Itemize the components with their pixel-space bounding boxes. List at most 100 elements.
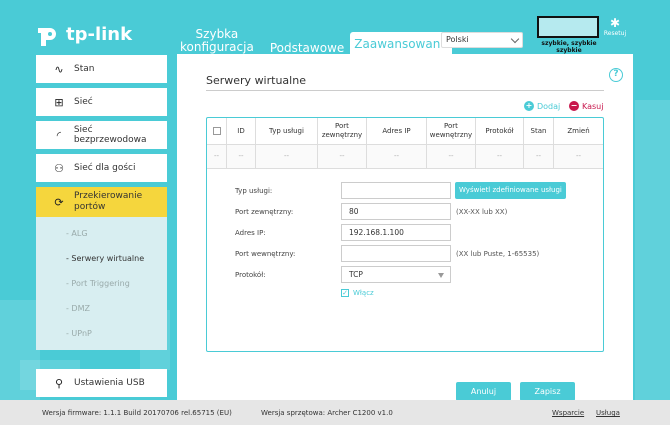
reset-label: Resetuj — [603, 30, 627, 37]
delete-button[interactable]: − Kasuj — [569, 101, 603, 111]
external-port-input[interactable]: 80 — [341, 203, 451, 220]
protocol-select[interactable]: TCP — [341, 266, 451, 283]
table-cell: -- — [524, 145, 554, 168]
network-icon: ⊞ — [54, 95, 64, 109]
col-ip-address: Adres IP — [367, 118, 427, 144]
help-icon[interactable]: ? — [609, 68, 623, 82]
sidebar-item-label: Przekierowanie portów — [74, 191, 142, 213]
firmware-version: Wersja firmware: 1.1.1 Build 20170706 re… — [42, 409, 232, 417]
external-port-label: Port zewnętrzny: — [235, 207, 294, 216]
enable-checkbox[interactable]: ✓ — [341, 289, 349, 297]
port-forwarding-submenu: - ALG - Serwery wirtualne - Port Trigger… — [36, 217, 167, 350]
table-cell: -- — [575, 152, 582, 160]
cancel-button[interactable]: Anuluj — [456, 382, 511, 401]
logo-text: tp-link — [66, 23, 133, 45]
usb-icon: ⚲ — [54, 376, 64, 390]
support-link[interactable]: Wsparcie — [552, 409, 584, 417]
watermark-logo: szybkie, szybkie szybkie — [537, 16, 601, 58]
internal-port-label: Port wewnętrzny: — [235, 249, 296, 258]
service-type-row: Typ usługi: Wyświetl zdefiniowane usługi — [235, 180, 575, 201]
sidebar-item-port-forwarding[interactable]: ⟳ Przekierowanie portów — [36, 187, 167, 217]
top-tabs: Szybka konfiguracja Podstawowe Zaawansow… — [176, 28, 452, 54]
tab-advanced[interactable]: Zaawansowane — [350, 32, 452, 54]
plus-icon: + — [524, 101, 534, 111]
table-cell: -- — [427, 145, 476, 168]
tab-quick-setup-line2: konfiguracja — [180, 40, 254, 54]
table-cell: -- — [207, 145, 227, 168]
service-type-input[interactable] — [341, 182, 451, 199]
sidebar-item-label: Sieć — [74, 97, 93, 107]
table-row: -- -- -- -- -- -- -- -- -- — [207, 145, 603, 169]
save-button[interactable]: Zapisz — [520, 382, 575, 401]
col-internal-port: Port wewnętrzny — [427, 118, 476, 144]
wifi-icon: ◜ — [56, 128, 62, 142]
add-button[interactable]: + Dodaj — [524, 101, 560, 111]
table-cell: -- — [476, 145, 524, 168]
footer: Wersja firmware: 1.1.1 Build 20170706 re… — [0, 400, 670, 425]
title-divider — [206, 90, 604, 91]
guests-icon: ⚇ — [54, 161, 64, 175]
sidebar-item-label-line2: portów — [74, 202, 106, 212]
col-modify: Zmień — [567, 126, 590, 135]
language-select[interactable]: Polski — [441, 32, 523, 48]
minus-icon: − — [569, 101, 579, 111]
internal-port-hint: (XX lub Puste, 1-65535) — [456, 249, 540, 258]
table-cell: -- — [318, 145, 367, 168]
sidebar-item-usb[interactable]: ⚲ Ustawienia USB — [36, 369, 167, 397]
delete-label: Kasuj — [582, 101, 604, 111]
protocol-label: Protokół: — [235, 270, 266, 279]
virtual-servers-table: ID Typ usługi Port zewnętrzny Adres IP P… — [206, 117, 604, 401]
sidebar-item-status[interactable]: ∿ Stan — [36, 55, 167, 83]
subnav-upnp[interactable]: - UPnP — [36, 321, 167, 346]
main-panel: ? Serwery wirtualne + Dodaj − Kasuj ID T… — [177, 54, 633, 401]
ip-address-row: Adres IP: 192.168.1.100 — [235, 222, 575, 243]
sidebar-item-network[interactable]: ⊞ Sieć — [36, 88, 167, 116]
page-title: Serwery wirtualne — [206, 74, 306, 87]
ip-address-label: Adres IP: — [235, 228, 266, 237]
sidebar-item-label-line1: Przekierowanie — [74, 191, 143, 201]
app-link[interactable]: Usługa — [596, 409, 620, 417]
table-cell: -- — [256, 145, 318, 168]
add-label: Dodaj — [537, 101, 561, 111]
subnav-dmz[interactable]: - DMZ — [36, 296, 167, 321]
table-cell: -- — [227, 145, 256, 168]
port-forward-icon: ⟳ — [54, 195, 64, 209]
language-value: Polski — [446, 35, 469, 44]
tab-quick-setup[interactable]: Szybka konfiguracja — [176, 28, 258, 54]
subnav-virtual-servers[interactable]: - Serwery wirtualne — [36, 246, 167, 271]
protocol-row: Protokół: TCP — [235, 264, 575, 285]
service-type-label: Typ usługi: — [235, 186, 273, 195]
sidebar-item-label: Stan — [74, 64, 95, 74]
reset-icon: ✱ — [609, 16, 621, 30]
form-buttons: Anuluj Zapisz — [456, 382, 575, 401]
subnav-port-triggering[interactable]: - Port Triggering — [36, 271, 167, 296]
col-external-port: Port zewnętrzny — [318, 118, 367, 144]
enable-checkbox-row[interactable]: ✓ Włącz — [341, 289, 575, 297]
virtual-server-form: Typ usługi: Wyświetl zdefiniowane usługi… — [235, 180, 575, 297]
sidebar: ∿ Stan ⊞ Sieć ◜ Sieć bezprzewodowa ⚇ Sie… — [36, 55, 167, 397]
subnav-alg[interactable]: - ALG — [36, 221, 167, 246]
sidebar-item-label: Sieć dla gości — [74, 163, 136, 173]
external-port-hint: (XX-XX lub XX) — [456, 207, 508, 216]
col-service-type: Typ usługi — [256, 118, 318, 144]
tp-link-logo[interactable]: tp-link — [34, 18, 144, 50]
select-all-checkbox[interactable] — [212, 127, 221, 135]
watermark-text: szybkie, szybkie szybkie — [541, 40, 597, 54]
tab-basic[interactable]: Podstawowe — [266, 42, 348, 54]
internal-port-input[interactable] — [341, 245, 451, 262]
col-id: ID — [227, 118, 256, 144]
ip-address-input[interactable]: 192.168.1.100 — [341, 224, 451, 241]
show-predefined-button[interactable]: Wyświetl zdefiniowane usługi — [455, 182, 566, 199]
tp-link-logo-icon — [38, 28, 56, 46]
table-cell: -- — [367, 145, 427, 168]
select-all-cell — [207, 118, 227, 144]
internal-port-row: Port wewnętrzny: (XX lub Puste, 1-65535) — [235, 243, 575, 264]
sidebar-item-guest[interactable]: ⚇ Sieć dla gości — [36, 154, 167, 182]
col-status: Stan — [524, 118, 554, 144]
table-header: ID Typ usługi Port zewnętrzny Adres IP P… — [207, 118, 603, 145]
dropdown-arrow-icon — [438, 273, 444, 278]
chevron-down-icon — [510, 34, 520, 44]
sidebar-item-wireless[interactable]: ◜ Sieć bezprzewodowa — [36, 121, 167, 149]
pulse-icon: ∿ — [54, 62, 64, 76]
reset-button[interactable]: ✱ Resetuj — [603, 16, 627, 37]
